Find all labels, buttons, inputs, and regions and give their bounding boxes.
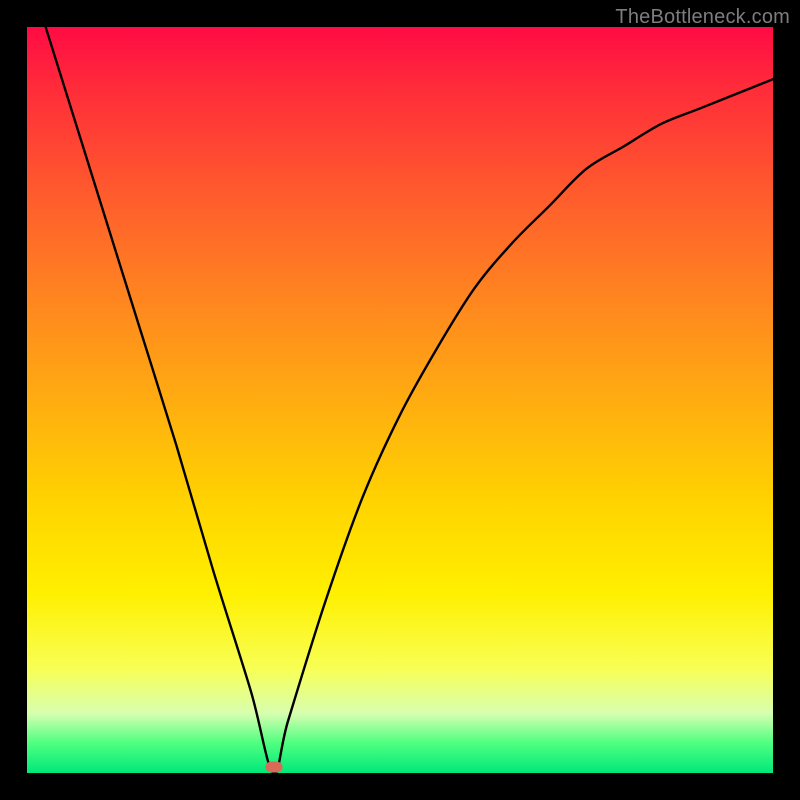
watermark-text: TheBottleneck.com [615,6,790,29]
optimal-point-marker [265,762,282,773]
bottleneck-curve [27,27,773,773]
chart-plot-area [27,27,773,773]
